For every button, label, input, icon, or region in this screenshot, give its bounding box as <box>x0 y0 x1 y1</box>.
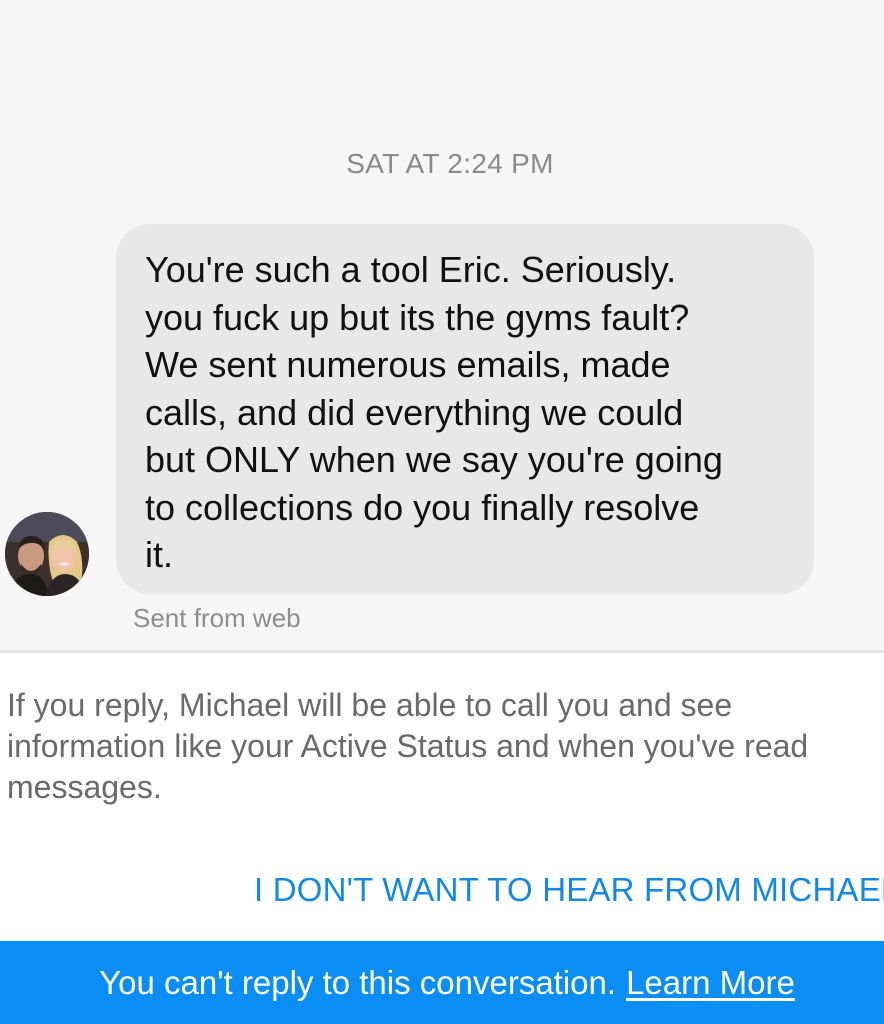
message-line: to collections do you finally resolve <box>145 486 700 528</box>
cannot-reply-banner: You can't reply to this conversation. Le… <box>0 941 884 1024</box>
notice-line: messages. <box>7 769 162 805</box>
message-line: You're such a tool Eric. Seriously. <box>145 249 677 290</box>
learn-more-link[interactable]: Learn More <box>626 964 795 1002</box>
message-line: but ONLY when we say you're going <box>145 439 723 480</box>
message-line: We sent numerous emails, made <box>145 344 671 385</box>
banner-text: You can't reply to this conversation. <box>99 963 617 1001</box>
message-line: calls, and did everything we could <box>145 391 684 433</box>
reply-notice: If you reply, Michael will be able to ca… <box>0 653 884 941</box>
message-line: you fuck up but its the gyms fault? <box>145 296 690 338</box>
notice-line: information like your Active Status and … <box>7 728 809 764</box>
profile-photo-icon <box>5 512 89 596</box>
notice-line: If you reply, Michael will be able to ca… <box>7 687 733 723</box>
message-meta: Sent from web <box>133 603 301 633</box>
avatar[interactable] <box>5 512 89 596</box>
message-line: it. <box>145 534 174 575</box>
block-sender-button[interactable]: I DON'T WANT TO HEAR FROM MICHAEL <box>254 871 884 909</box>
message-timestamp: SAT AT 2:24 PM <box>346 148 554 179</box>
message-thread: SAT AT 2:24 PM You're such a tool Eric. … <box>0 0 884 652</box>
message-bubble[interactable]: You're such a tool Eric. Seriously. you … <box>116 224 814 594</box>
notice-text: If you reply, Michael will be able to ca… <box>7 685 884 808</box>
